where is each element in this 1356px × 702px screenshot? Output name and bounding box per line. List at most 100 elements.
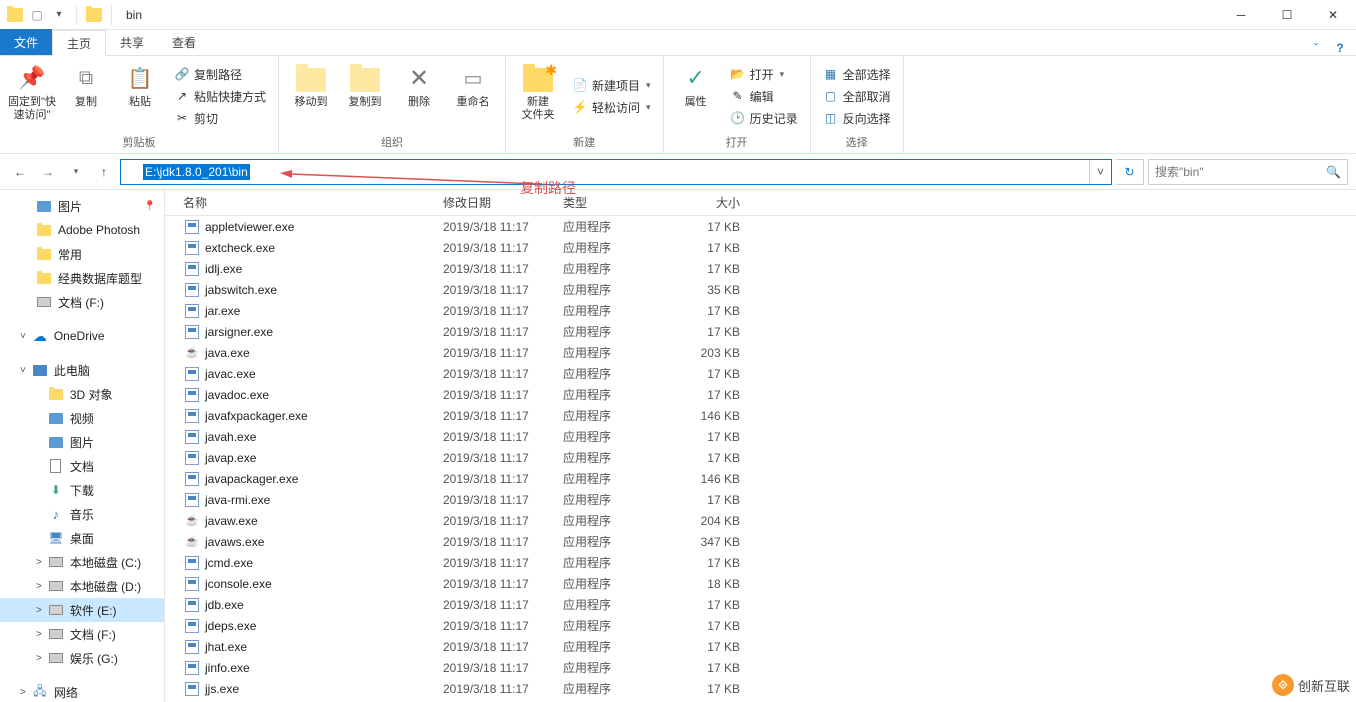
search-placeholder: 搜索"bin": [1155, 163, 1326, 180]
sidebar-item-thispc[interactable]: ˅此电脑: [0, 358, 164, 382]
file-row[interactable]: jarsigner.exe2019/3/18 11:17应用程序17 KB: [165, 321, 1356, 342]
sidebar-item[interactable]: 常用: [0, 242, 164, 266]
tab-file[interactable]: 文件: [0, 29, 52, 55]
sidebar-item[interactable]: ˃♪音乐: [0, 502, 164, 526]
file-row[interactable]: javafxpackager.exe2019/3/18 11:17应用程序146…: [165, 405, 1356, 426]
ribbon-collapse-icon[interactable]: ˇ: [1308, 41, 1332, 55]
file-row[interactable]: jdb.exe2019/3/18 11:17应用程序17 KB: [165, 594, 1356, 615]
recent-dropdown-icon[interactable]: ▾: [64, 160, 88, 184]
sidebar-item[interactable]: Adobe Photosh: [0, 218, 164, 242]
open-button[interactable]: 📂打开▾: [726, 63, 802, 85]
sidebar-item[interactable]: ˃文档 (F:): [0, 622, 164, 646]
file-row[interactable]: ☕javaws.exe2019/3/18 11:17应用程序347 KB: [165, 531, 1356, 552]
delete-button[interactable]: ✕删除: [395, 60, 443, 132]
sidebar-item[interactable]: ˃🖥桌面: [0, 526, 164, 550]
search-input[interactable]: 搜索"bin" 🔍: [1148, 159, 1348, 185]
sidebar-item[interactable]: ˃图片: [0, 430, 164, 454]
file-row[interactable]: ☕javaw.exe2019/3/18 11:17应用程序204 KB: [165, 510, 1356, 531]
file-row[interactable]: javadoc.exe2019/3/18 11:17应用程序17 KB: [165, 384, 1356, 405]
refresh-button[interactable]: ↻: [1116, 159, 1144, 185]
invert-selection-button[interactable]: ◫反向选择: [819, 107, 895, 129]
file-list[interactable]: appletviewer.exe2019/3/18 11:17应用程序17 KB…: [165, 216, 1356, 702]
sidebar-item[interactable]: ˃3D 对象: [0, 382, 164, 406]
paste-shortcut-button[interactable]: ↗粘贴快捷方式: [170, 85, 270, 107]
file-row[interactable]: javah.exe2019/3/18 11:17应用程序17 KB: [165, 426, 1356, 447]
sidebar-icon: [36, 270, 52, 286]
edit-button[interactable]: ✎编辑: [726, 85, 802, 107]
up-button[interactable]: ↑: [92, 160, 116, 184]
sidebar-item[interactable]: ˃视频: [0, 406, 164, 430]
maximize-button[interactable]: ☐: [1264, 0, 1310, 30]
sidebar-item[interactable]: ˃软件 (E:): [0, 598, 164, 622]
easy-access-button[interactable]: ⚡轻松访问▾: [568, 96, 655, 118]
pin-icon: 📌: [16, 62, 48, 94]
qat-dropdown-icon[interactable]: ▾: [50, 6, 68, 24]
sidebar-item[interactable]: ˃⬇下载: [0, 478, 164, 502]
tab-home[interactable]: 主页: [52, 30, 106, 56]
sidebar-icon: ♪: [48, 506, 64, 522]
sidebar-item[interactable]: ˃本地磁盘 (C:): [0, 550, 164, 574]
move-to-button[interactable]: 移动到: [287, 60, 335, 132]
file-icon: [183, 450, 201, 466]
file-row[interactable]: javap.exe2019/3/18 11:17应用程序17 KB: [165, 447, 1356, 468]
new-folder-button[interactable]: 新建 文件夹: [514, 60, 562, 132]
address-bar[interactable]: E:\jdk1.8.0_201\bin ˅: [120, 159, 1112, 185]
qat-item-icon[interactable]: ▢: [28, 6, 46, 24]
select-all-button[interactable]: ▦全部选择: [819, 63, 895, 85]
file-row[interactable]: jjs.exe2019/3/18 11:17应用程序17 KB: [165, 678, 1356, 699]
file-row[interactable]: appletviewer.exe2019/3/18 11:17应用程序17 KB: [165, 216, 1356, 237]
copy-path-button[interactable]: 🔗复制路径: [170, 63, 270, 85]
column-date[interactable]: 修改日期: [443, 194, 563, 211]
close-button[interactable]: ✕: [1310, 0, 1356, 30]
address-dropdown-icon[interactable]: ˅: [1089, 160, 1111, 184]
sidebar-item[interactable]: ˃本地磁盘 (D:): [0, 574, 164, 598]
content-area: 图片📍Adobe Photosh常用经典数据库题型文档 (F:) ˅☁OneDr…: [0, 190, 1356, 702]
file-row[interactable]: idlj.exe2019/3/18 11:17应用程序17 KB: [165, 258, 1356, 279]
column-size[interactable]: 大小: [678, 194, 748, 211]
help-icon[interactable]: ?: [1332, 41, 1356, 55]
file-row[interactable]: javapackager.exe2019/3/18 11:17应用程序146 K…: [165, 468, 1356, 489]
file-row[interactable]: jhat.exe2019/3/18 11:17应用程序17 KB: [165, 636, 1356, 657]
paste-button[interactable]: 📋 粘贴: [116, 60, 164, 132]
file-row[interactable]: jconsole.exe2019/3/18 11:17应用程序18 KB: [165, 573, 1356, 594]
select-none-button[interactable]: ▢全部取消: [819, 85, 895, 107]
navigation-bar: ← → ▾ ↑ E:\jdk1.8.0_201\bin ˅ ↻ 搜索"bin" …: [0, 154, 1356, 190]
sidebar-item-onedrive[interactable]: ˅☁OneDrive: [0, 324, 164, 348]
column-type[interactable]: 类型: [563, 194, 678, 211]
file-row[interactable]: jabswitch.exe2019/3/18 11:17应用程序35 KB: [165, 279, 1356, 300]
forward-button[interactable]: →: [36, 160, 60, 184]
file-row[interactable]: jinfo.exe2019/3/18 11:17应用程序17 KB: [165, 657, 1356, 678]
address-path[interactable]: E:\jdk1.8.0_201\bin: [143, 164, 250, 180]
sidebar-item[interactable]: 图片📍: [0, 194, 164, 218]
tab-view[interactable]: 查看: [158, 29, 210, 55]
copy-to-button[interactable]: 复制到: [341, 60, 389, 132]
navigation-pane: 图片📍Adobe Photosh常用经典数据库题型文档 (F:) ˅☁OneDr…: [0, 190, 165, 702]
file-row[interactable]: java-rmi.exe2019/3/18 11:17应用程序17 KB: [165, 489, 1356, 510]
select-all-icon: ▦: [823, 66, 839, 82]
history-button[interactable]: 🕑历史记录: [726, 107, 802, 129]
file-icon: ☕: [183, 534, 201, 550]
properties-button[interactable]: ✓属性: [672, 60, 720, 132]
column-name[interactable]: 名称: [183, 194, 443, 211]
file-row[interactable]: jdeps.exe2019/3/18 11:17应用程序17 KB: [165, 615, 1356, 636]
pin-to-quick-access-button[interactable]: 📌 固定到"快 速访问": [8, 60, 56, 132]
file-row[interactable]: jar.exe2019/3/18 11:17应用程序17 KB: [165, 300, 1356, 321]
back-button[interactable]: ←: [8, 160, 32, 184]
sidebar-item[interactable]: ˃娱乐 (G:): [0, 646, 164, 670]
column-headers: 名称 修改日期 类型 大小: [165, 190, 1356, 216]
easy-access-icon: ⚡: [572, 99, 588, 115]
minimize-button[interactable]: ─: [1218, 0, 1264, 30]
sidebar-item[interactable]: 经典数据库题型: [0, 266, 164, 290]
sidebar-item[interactable]: 文档 (F:): [0, 290, 164, 314]
file-row[interactable]: jcmd.exe2019/3/18 11:17应用程序17 KB: [165, 552, 1356, 573]
file-row[interactable]: extcheck.exe2019/3/18 11:17应用程序17 KB: [165, 237, 1356, 258]
new-item-button[interactable]: 📄新建项目▾: [568, 74, 655, 96]
cut-button[interactable]: ✂剪切: [170, 107, 270, 129]
sidebar-item[interactable]: ˃文档: [0, 454, 164, 478]
copy-button[interactable]: ⧉ 复制: [62, 60, 110, 132]
tab-share[interactable]: 共享: [106, 29, 158, 55]
sidebar-item-network[interactable]: ˃🖧网络: [0, 680, 164, 702]
file-row[interactable]: javac.exe2019/3/18 11:17应用程序17 KB: [165, 363, 1356, 384]
file-row[interactable]: ☕java.exe2019/3/18 11:17应用程序203 KB: [165, 342, 1356, 363]
rename-button[interactable]: ▭重命名: [449, 60, 497, 132]
